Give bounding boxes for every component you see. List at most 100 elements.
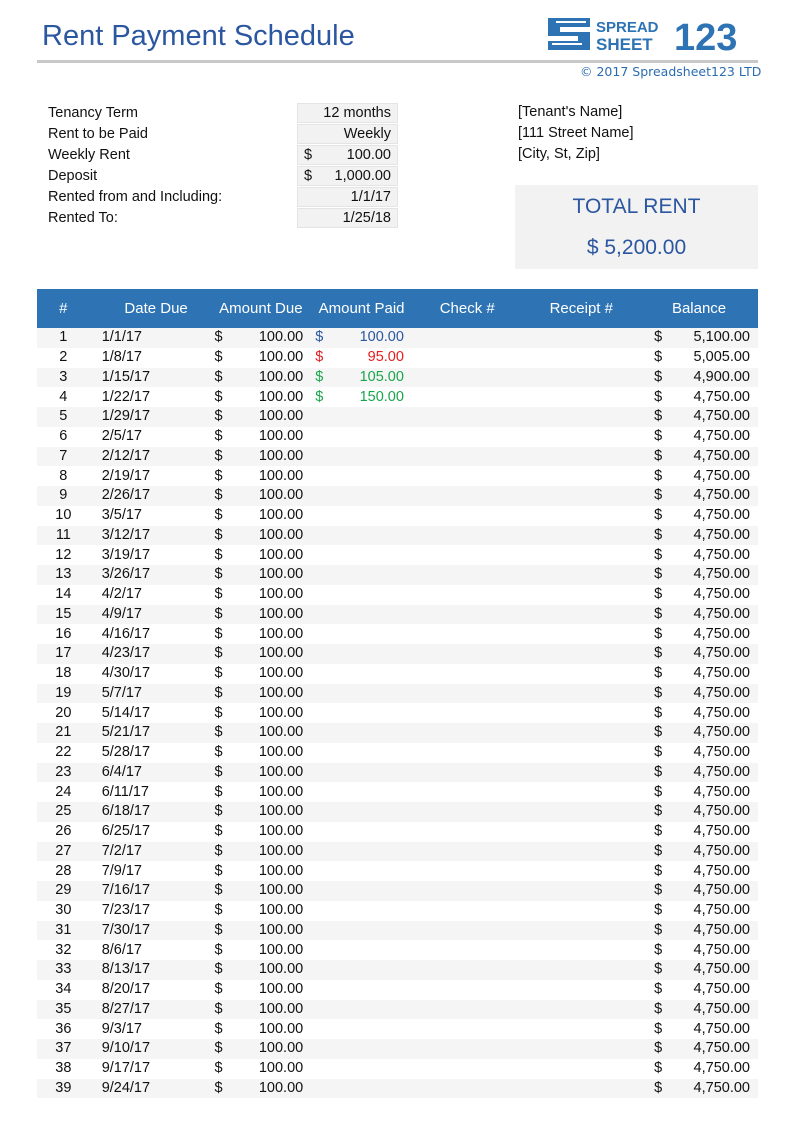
amount-paid-cell[interactable] — [311, 881, 412, 901]
receipt-number-cell[interactable] — [522, 881, 641, 901]
check-number-cell[interactable] — [411, 1039, 523, 1059]
receipt-number-cell[interactable] — [522, 802, 641, 822]
receipt-number-cell[interactable] — [522, 387, 640, 407]
rented-to-field[interactable]: 1/25/18 — [297, 208, 398, 228]
amount-paid-cell[interactable] — [311, 624, 412, 644]
receipt-number-cell[interactable] — [522, 525, 641, 546]
amount-paid-cell[interactable]: $95.00 — [311, 348, 412, 368]
receipt-number-cell[interactable] — [522, 506, 640, 526]
check-number-cell[interactable] — [411, 841, 523, 862]
check-number-cell[interactable] — [411, 446, 523, 467]
check-number-cell[interactable] — [412, 664, 523, 684]
check-number-cell[interactable] — [411, 683, 523, 704]
receipt-number-cell[interactable] — [522, 604, 641, 625]
receipt-number-cell[interactable] — [522, 427, 640, 447]
receipt-number-cell[interactable] — [522, 348, 640, 368]
check-number-cell[interactable] — [412, 782, 523, 802]
amount-paid-cell[interactable]: $105.00 — [311, 367, 412, 388]
receipt-number-cell[interactable] — [522, 762, 641, 783]
receipt-number-cell[interactable] — [522, 585, 640, 605]
receipt-number-cell[interactable] — [522, 703, 640, 723]
rented-from-field[interactable]: 1/1/17 — [297, 187, 398, 207]
check-number-cell[interactable] — [412, 624, 523, 644]
check-number-cell[interactable] — [412, 506, 523, 526]
receipt-number-cell[interactable] — [522, 980, 640, 1000]
receipt-number-cell[interactable] — [522, 624, 640, 644]
receipt-number-cell[interactable] — [522, 723, 641, 743]
check-number-cell[interactable] — [411, 407, 523, 427]
check-number-cell[interactable] — [412, 1019, 523, 1039]
receipt-number-cell[interactable] — [522, 901, 640, 921]
check-number-cell[interactable] — [412, 466, 523, 486]
receipt-number-cell[interactable] — [522, 328, 641, 348]
amount-paid-cell[interactable]: $150.00 — [311, 387, 412, 407]
amount-paid-cell[interactable] — [311, 545, 412, 565]
amount-paid-cell[interactable] — [311, 762, 412, 783]
check-number-cell[interactable] — [411, 881, 523, 901]
check-number-cell[interactable] — [412, 703, 523, 723]
check-number-cell[interactable] — [411, 999, 523, 1020]
amount-paid-cell[interactable] — [311, 901, 412, 921]
receipt-number-cell[interactable] — [522, 960, 641, 980]
receipt-number-cell[interactable] — [522, 565, 641, 585]
receipt-number-cell[interactable] — [522, 486, 641, 506]
rent-frequency-field[interactable]: Weekly — [297, 124, 398, 144]
check-number-cell[interactable] — [412, 743, 523, 763]
check-number-cell[interactable] — [412, 822, 523, 842]
check-number-cell[interactable] — [411, 920, 523, 941]
check-number-cell[interactable] — [411, 604, 523, 625]
amount-paid-cell[interactable] — [311, 466, 412, 486]
receipt-number-cell[interactable] — [522, 782, 640, 802]
amount-paid-cell[interactable] — [311, 565, 412, 585]
receipt-number-cell[interactable] — [522, 545, 640, 565]
amount-paid-cell[interactable] — [311, 683, 412, 704]
receipt-number-cell[interactable] — [522, 664, 640, 684]
amount-paid-cell[interactable] — [311, 664, 412, 684]
amount-paid-cell[interactable] — [311, 1078, 412, 1099]
check-number-cell[interactable] — [412, 901, 523, 921]
check-number-cell[interactable] — [412, 545, 523, 565]
check-number-cell[interactable] — [412, 387, 523, 407]
receipt-number-cell[interactable] — [522, 683, 641, 704]
tenant-city[interactable]: [City, St, Zip] — [518, 144, 634, 165]
amount-paid-cell[interactable] — [311, 644, 412, 664]
amount-paid-cell[interactable]: $100.00 — [311, 328, 412, 348]
amount-paid-cell[interactable] — [311, 980, 412, 1000]
amount-paid-cell[interactable] — [311, 1019, 412, 1039]
amount-paid-cell[interactable] — [311, 802, 412, 822]
receipt-number-cell[interactable] — [522, 1039, 641, 1059]
receipt-number-cell[interactable] — [522, 1059, 640, 1079]
amount-paid-cell[interactable] — [311, 703, 412, 723]
deposit-field[interactable]: $1,000.00 — [297, 166, 398, 186]
check-number-cell[interactable] — [411, 762, 523, 783]
check-number-cell[interactable] — [411, 367, 523, 388]
amount-paid-cell[interactable] — [311, 506, 412, 526]
check-number-cell[interactable] — [411, 723, 523, 743]
amount-paid-cell[interactable] — [311, 940, 412, 960]
check-number-cell[interactable] — [411, 960, 523, 980]
amount-paid-cell[interactable] — [311, 861, 412, 881]
receipt-number-cell[interactable] — [522, 367, 641, 388]
check-number-cell[interactable] — [412, 940, 523, 960]
receipt-number-cell[interactable] — [522, 644, 641, 664]
receipt-number-cell[interactable] — [522, 920, 641, 941]
receipt-number-cell[interactable] — [522, 743, 640, 763]
amount-paid-cell[interactable] — [311, 723, 412, 743]
amount-paid-cell[interactable] — [311, 407, 412, 427]
receipt-number-cell[interactable] — [522, 446, 641, 467]
amount-paid-cell[interactable] — [311, 446, 412, 467]
check-number-cell[interactable] — [412, 427, 523, 447]
check-number-cell[interactable] — [412, 1059, 523, 1079]
receipt-number-cell[interactable] — [522, 999, 641, 1020]
check-number-cell[interactable] — [412, 980, 523, 1000]
check-number-cell[interactable] — [412, 585, 523, 605]
check-number-cell[interactable] — [411, 1078, 523, 1099]
tenant-name[interactable]: [Tenant's Name] — [518, 102, 634, 123]
receipt-number-cell[interactable] — [522, 1078, 641, 1099]
check-number-cell[interactable] — [411, 802, 523, 822]
check-number-cell[interactable] — [411, 525, 523, 546]
receipt-number-cell[interactable] — [522, 940, 640, 960]
amount-paid-cell[interactable] — [311, 822, 412, 842]
amount-paid-cell[interactable] — [311, 604, 412, 625]
receipt-number-cell[interactable] — [522, 407, 641, 427]
